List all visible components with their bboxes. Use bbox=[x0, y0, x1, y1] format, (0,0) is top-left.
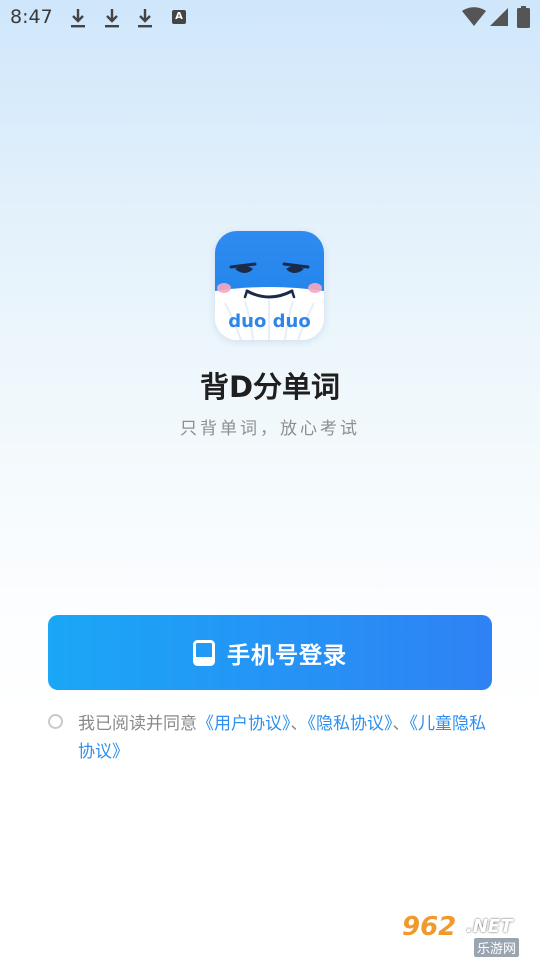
status-bar: 8:47 A bbox=[0, 0, 540, 36]
font-icon: A bbox=[172, 10, 186, 24]
wifi-icon bbox=[462, 7, 486, 26]
watermark-site: 乐游网 bbox=[474, 938, 520, 957]
app-title: 背D分单词 bbox=[199, 370, 341, 404]
watermark-number: 962 bbox=[402, 912, 457, 942]
app-logo: duo duo bbox=[215, 231, 324, 340]
login-button-label: 手机号登录 bbox=[227, 642, 347, 669]
privacy-agreement-link[interactable]: 《隐私协议》 bbox=[308, 714, 393, 734]
agreement-separator: 、 bbox=[392, 714, 410, 734]
user-agreement-link[interactable]: 《用户协议》 bbox=[197, 714, 291, 734]
agreement-separator: 、 bbox=[290, 714, 308, 734]
battery-icon bbox=[517, 6, 530, 28]
download-icon bbox=[105, 9, 119, 28]
cellular-icon bbox=[490, 8, 508, 26]
download-icon bbox=[138, 9, 152, 28]
phone-icon bbox=[193, 639, 215, 666]
status-time: 8:47 bbox=[10, 6, 53, 28]
logo-brand-text: duo duo bbox=[228, 311, 311, 332]
agreement-text: 我已阅读并同意《用户协议》、《隐私协议》、《儿童隐私协议》 bbox=[78, 710, 498, 766]
watermark-suffix: .NET bbox=[466, 916, 513, 937]
site-watermark: 962 .NET 乐游网 bbox=[402, 912, 532, 957]
phone-login-button[interactable]: 手机号登录 bbox=[48, 615, 492, 690]
download-icon bbox=[71, 9, 85, 28]
app-subtitle: 只背单词，放心考试 bbox=[180, 419, 360, 439]
agreement-checkbox[interactable] bbox=[48, 714, 63, 729]
agreement-prefix: 我已阅读并同意 bbox=[78, 714, 197, 734]
